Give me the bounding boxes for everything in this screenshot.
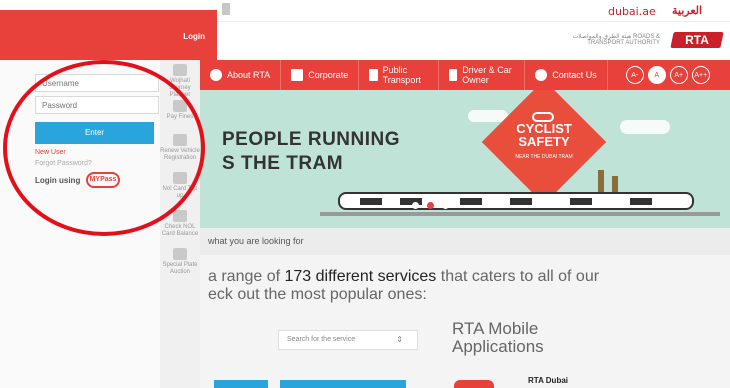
carousel-dot-active[interactable]: [427, 202, 434, 209]
nav-about-rta[interactable]: About RTA: [200, 60, 282, 90]
font-size-controls: A- A A+ A++: [625, 66, 710, 84]
rta-app-icon[interactable]: [454, 380, 494, 388]
nav-driver-label: Driver & Car Owner: [462, 65, 512, 85]
carousel-dot[interactable]: [442, 202, 449, 209]
banner-headline-line2: S THE TRAM: [222, 153, 344, 174]
plate-auction-icon: [173, 248, 187, 260]
nav-corporate-label: Corporate: [308, 70, 349, 80]
font-larger-button[interactable]: A+: [669, 66, 688, 84]
search-prompt-strip[interactable]: what you are looking for: [200, 228, 730, 255]
briefcase-icon: [291, 69, 304, 81]
select-arrows-icon: ⇕: [396, 335, 403, 344]
mobile-apps-line2: Applications: [452, 337, 544, 356]
tram-illustration: [338, 192, 694, 210]
intro-post: that caters to all of our: [436, 268, 600, 285]
service-search-placeholder: Search for the service: [287, 336, 356, 343]
nav-driver-car-owner[interactable]: Driver & Car Owner: [439, 60, 526, 90]
service-search-select[interactable]: Search for the service ⇕: [278, 330, 418, 350]
info-icon: [210, 69, 222, 81]
sidebar-item-label: Check NOL Card Balance: [161, 224, 199, 237]
annotation-circle: [3, 60, 205, 236]
sign-title-line2: SAFETY: [518, 134, 570, 149]
nav-public-transport[interactable]: Public Transport: [359, 60, 440, 90]
window-tab: [222, 3, 230, 15]
services-intro: a range of 173 different services that c…: [208, 268, 728, 304]
nav-public-transport-label: Public Transport: [382, 65, 421, 85]
service-button[interactable]: [214, 380, 268, 388]
main-nav: About RTA Corporate Public Transport Dri…: [200, 60, 730, 90]
tram-track: [320, 212, 720, 216]
arabic-language-link[interactable]: العربية: [672, 4, 702, 17]
nol-balance-icon: [173, 210, 187, 222]
rta-logo[interactable]: RTA: [670, 32, 724, 48]
mobile-apps-line1: RTA Mobile: [452, 319, 539, 338]
font-smaller-button[interactable]: A-: [625, 66, 644, 84]
app-name[interactable]: RTA Dubai: [528, 376, 568, 385]
font-largest-button[interactable]: A++: [691, 66, 710, 84]
sidebar-item-plate-auction[interactable]: Special Plate Auction: [160, 248, 200, 276]
sidebar-item-label: Special Plate Auction: [162, 262, 198, 275]
phone-icon: [535, 69, 548, 81]
hero-banner[interactable]: PEOPLE RUNNING S THE TRAM CYCLIST SAFETY…: [200, 90, 730, 228]
service-button[interactable]: [280, 380, 406, 388]
services-count-highlight: 173 different services: [284, 268, 437, 285]
car-icon: [449, 69, 458, 81]
carousel-dots: [412, 202, 449, 209]
nav-contact-label: Contact Us: [552, 70, 597, 80]
login-title: Login: [183, 32, 205, 41]
nav-corporate[interactable]: Corporate: [281, 60, 360, 90]
rta-tagline: هيئة الطرق والمواصلات ROADS & TRANSPORT …: [572, 34, 660, 46]
nav-contact-us[interactable]: Contact Us: [525, 60, 608, 90]
bus-icon: [369, 69, 378, 81]
sign-subtitle: NEAR THE DUBAI TRAM: [515, 154, 573, 160]
intro-pre: a range of: [208, 268, 285, 285]
cloud-shape: [620, 120, 670, 134]
carousel-dot[interactable]: [412, 202, 419, 209]
dubai-gov-link[interactable]: dubai.ae: [608, 5, 656, 18]
banner-headline: PEOPLE RUNNING S THE TRAM: [222, 128, 400, 176]
nav-about-label: About RTA: [227, 70, 271, 80]
login-header[interactable]: Login: [0, 10, 217, 60]
banner-headline-line1: PEOPLE RUNNING: [222, 129, 401, 150]
intro-line2: eck out the most popular ones:: [208, 286, 427, 303]
font-normal-button[interactable]: A: [647, 66, 666, 84]
journey-planner-icon: [173, 64, 187, 76]
rta-logo-text: RTA: [685, 33, 709, 47]
mobile-apps-heading: RTA Mobile Applications: [452, 320, 544, 356]
page: dubai.ae العربية هيئة الطرق والمواصلات R…: [0, 0, 730, 388]
sign-title: CYCLIST SAFETY: [500, 122, 588, 148]
